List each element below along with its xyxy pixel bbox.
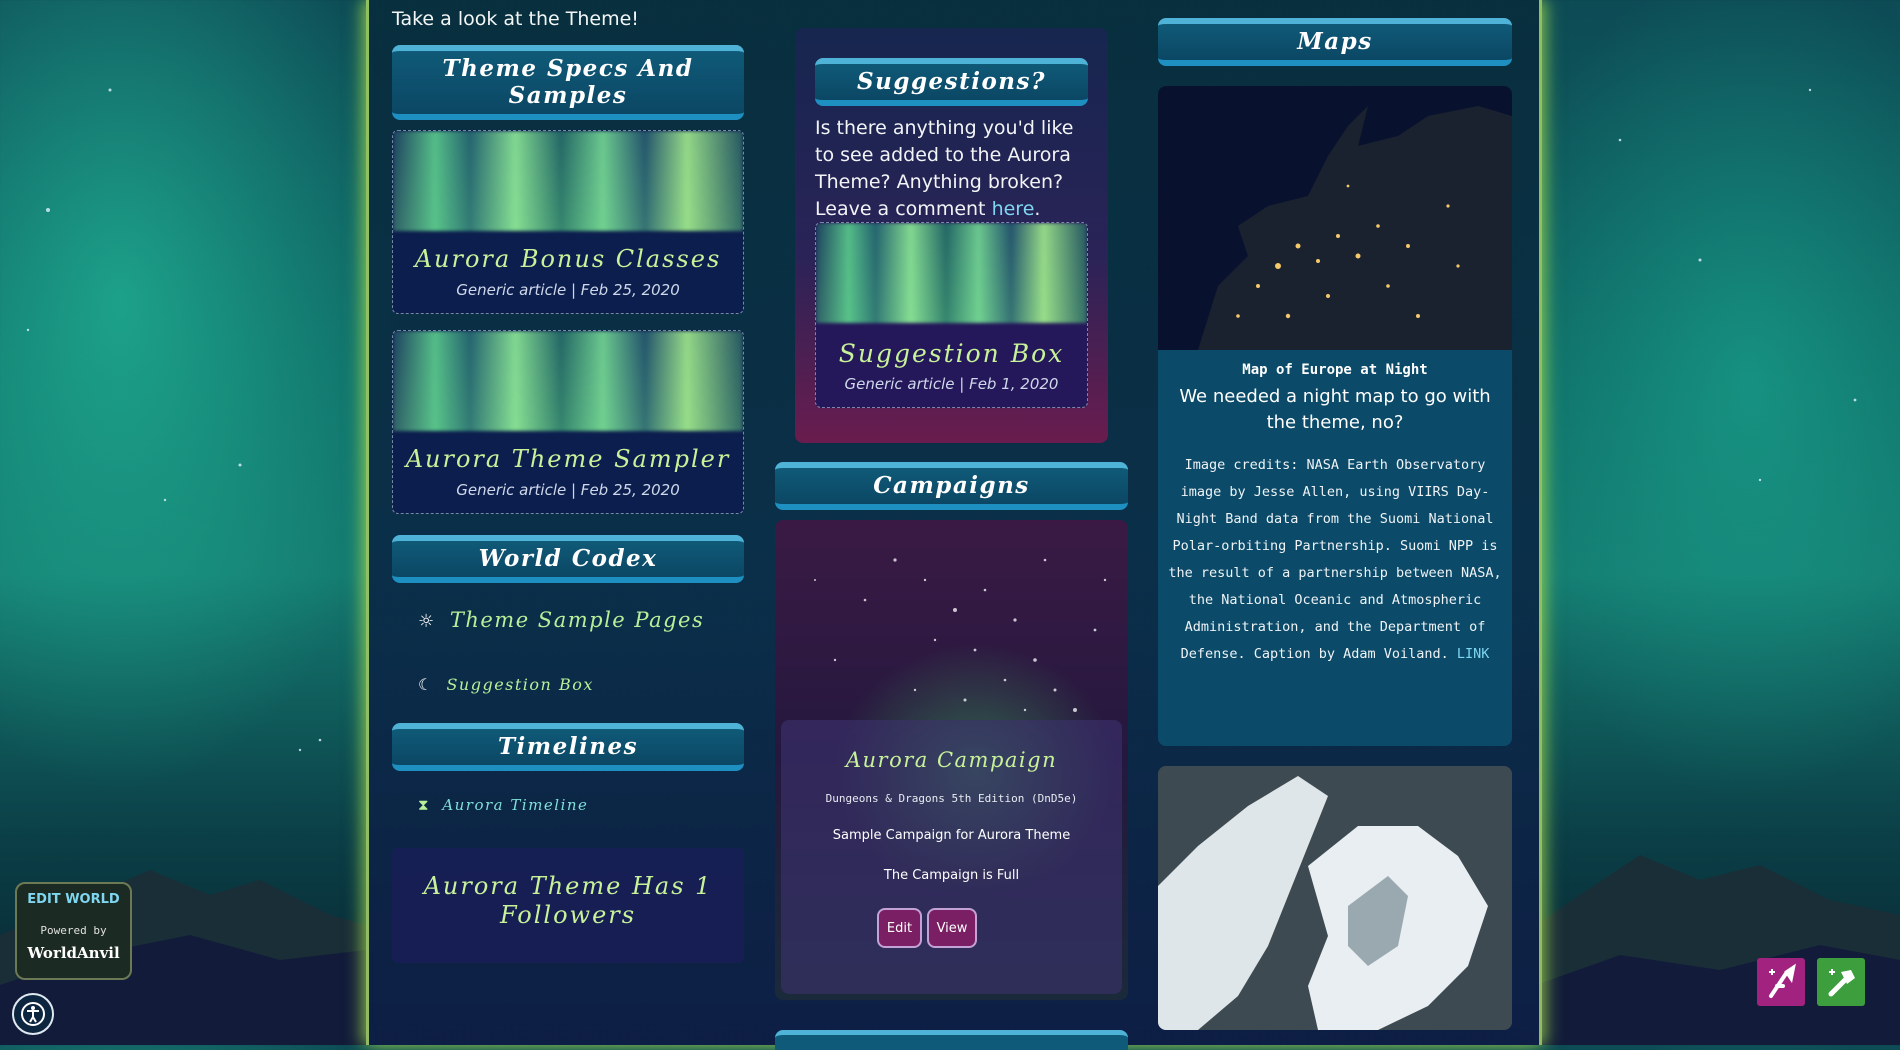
followers-box: Aurora Theme Has 1 Followers <box>392 848 744 963</box>
campaign-title[interactable]: Aurora Campaign <box>781 748 1122 772</box>
moon-icon: ☾ <box>418 675 434 694</box>
article-card-suggestion-box[interactable]: Suggestion Box Generic article | Feb 1, … <box>815 222 1088 408</box>
worldanvil-logo: WorldAnvil <box>27 944 120 962</box>
article-thumbnail <box>393 331 743 431</box>
edit-world-widget[interactable]: EDIT WORLD Powered by WorldAnvil <box>15 882 132 980</box>
article-meta: Generic article | Feb 25, 2020 <box>456 281 680 299</box>
theme-specs-banner: Theme Specs And Samples <box>392 45 744 120</box>
campaigns-banner: Campaigns <box>775 462 1128 510</box>
quill-tool-button[interactable] <box>1757 958 1805 1006</box>
campaign-edit-button[interactable]: Edit <box>877 908 922 948</box>
hammer-icon <box>1828 969 1855 997</box>
world-codex-banner: World Codex <box>392 535 744 583</box>
accessibility-figure-icon <box>21 1002 45 1026</box>
europe-night-map <box>1158 86 1512 350</box>
campaign-card[interactable]: Aurora Campaign Dungeons & Dragons 5th E… <box>775 520 1128 1000</box>
campaign-system: Dungeons & Dragons 5th Edition (DnD5e) <box>825 792 1078 805</box>
suggestions-text: Is there anything you'd like to see adde… <box>815 115 1090 223</box>
article-meta: Generic article | Feb 1, 2020 <box>844 375 1059 393</box>
article-meta: Generic article | Feb 25, 2020 <box>456 481 680 499</box>
codex-item-suggestion-box[interactable]: ☾ Suggestion Box <box>418 675 594 694</box>
article-thumbnail <box>816 223 1087 323</box>
suggestions-banner: Suggestions? <box>815 58 1088 106</box>
article-card-theme-sampler[interactable]: Aurora Theme Sampler Generic article | F… <box>392 330 744 514</box>
campaign-view-button[interactable]: View <box>927 908 977 948</box>
accessibility-icon[interactable] <box>12 993 54 1035</box>
map-caption: We needed a night map to go with the the… <box>1179 386 1491 433</box>
article-title[interactable]: Aurora Theme Sampler <box>393 445 743 473</box>
scandinavia-map[interactable] <box>1158 766 1512 1030</box>
article-card-bonus-classes[interactable]: Aurora Bonus Classes Generic article | F… <box>392 130 744 314</box>
article-thumbnail <box>393 131 743 231</box>
map-title: Map of Europe at Night <box>1242 362 1428 378</box>
scandinavia-satellite-image <box>1158 766 1512 1030</box>
campaign-description: Sample Campaign for Aurora Theme <box>832 828 1071 843</box>
sun-icon: ☼ <box>418 611 436 632</box>
powered-by-label: Powered by <box>40 924 107 937</box>
hammer-tool-button[interactable] <box>1817 958 1865 1006</box>
map-credits-link[interactable]: LINK <box>1457 646 1490 662</box>
codex-item-label: Theme Sample Pages <box>449 608 705 632</box>
intro-text: Take a look at the Theme! <box>392 8 639 30</box>
campaign-status: The Campaign is Full <box>883 868 1020 883</box>
timeline-item-label: Aurora Timeline <box>442 796 589 814</box>
suggestions-period: . <box>1034 198 1041 220</box>
map-credits-text: Image credits: NASA Earth Observatory im… <box>1168 457 1502 662</box>
quill-icon <box>1769 963 1796 998</box>
timeline-item-aurora[interactable]: ⧗ Aurora Timeline <box>418 796 588 814</box>
edit-world-label[interactable]: EDIT WORLD <box>17 892 130 907</box>
map-card-europe[interactable]: Map of Europe at Night We needed a night… <box>1158 86 1512 746</box>
timelines-banner: Timelines <box>392 723 744 771</box>
article-title[interactable]: Aurora Bonus Classes <box>393 245 743 273</box>
campaign-info-panel: Aurora Campaign Dungeons & Dragons 5th E… <box>781 720 1122 994</box>
map-credits: Image credits: NASA Earth Observatory im… <box>1168 452 1502 668</box>
hourglass-icon: ⧗ <box>418 796 431 814</box>
suggestions-here-link[interactable]: here <box>992 198 1035 220</box>
maps-banner: Maps <box>1158 18 1512 66</box>
next-banner-edge <box>775 1030 1128 1050</box>
codex-item-label: Suggestion Box <box>446 675 594 694</box>
followers-text: Aurora Theme Has 1 Followers <box>423 872 713 929</box>
codex-item-theme-sample-pages[interactable]: ☼ Theme Sample Pages <box>418 608 704 632</box>
article-title[interactable]: Suggestion Box <box>816 339 1087 368</box>
